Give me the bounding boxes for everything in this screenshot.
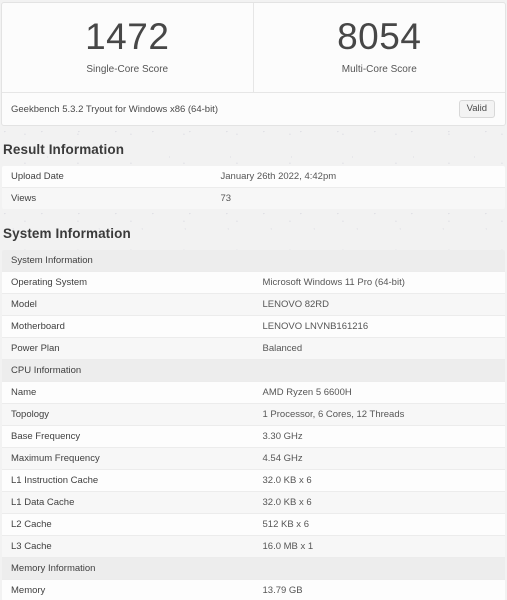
row-value: LENOVO 82RD xyxy=(254,294,506,316)
row-key: Operating System xyxy=(2,272,254,294)
row-key: Base Frequency xyxy=(2,426,254,448)
table-subheader-row: Memory Information xyxy=(2,558,506,580)
row-key: Model xyxy=(2,294,254,316)
row-key: L1 Instruction Cache xyxy=(2,470,254,492)
table-subheader-row: CPU Information xyxy=(2,360,506,382)
row-key: L2 Cache xyxy=(2,514,254,536)
score-summary-card: 1472 Single-Core Score 8054 Multi-Core S… xyxy=(1,2,506,126)
table-row: Base Frequency3.30 GHz xyxy=(2,426,506,448)
row-key: Motherboard xyxy=(2,316,254,338)
version-bar: Geekbench 5.3.2 Tryout for Windows x86 (… xyxy=(2,92,505,125)
table-row: Maximum Frequency4.54 GHz xyxy=(2,448,506,470)
row-value: 3.30 GHz xyxy=(254,426,506,448)
table-row: L2 Cache512 KB x 6 xyxy=(2,514,506,536)
row-key: Maximum Frequency xyxy=(2,448,254,470)
row-value: January 26th 2022, 4:42pm xyxy=(212,166,506,188)
row-key: L1 Data Cache xyxy=(2,492,254,514)
row-value: Microsoft Windows 11 Pro (64-bit) xyxy=(254,272,506,294)
table-row: L3 Cache16.0 MB x 1 xyxy=(2,536,506,558)
result-information-body: Upload DateJanuary 26th 2022, 4:42pmView… xyxy=(2,166,506,210)
multi-core-score-value: 8054 xyxy=(254,15,506,59)
row-value: 1 Processor, 6 Cores, 12 Threads xyxy=(254,404,506,426)
single-core-score-label: Single-Core Score xyxy=(2,63,253,76)
table-subheader-label: System Information xyxy=(2,250,506,272)
table-row: Views73 xyxy=(2,188,506,210)
row-value: 73 xyxy=(212,188,506,210)
system-information-heading: System Information xyxy=(0,210,507,249)
table-row: MotherboardLENOVO LNVNB161216 xyxy=(2,316,506,338)
system-information-body: System InformationOperating SystemMicros… xyxy=(2,250,506,600)
result-information-table: Upload DateJanuary 26th 2022, 4:42pmView… xyxy=(1,165,506,210)
row-value: 512 KB x 6 xyxy=(254,514,506,536)
row-key: L3 Cache xyxy=(2,536,254,558)
table-subheader-row: System Information xyxy=(2,250,506,272)
table-row: Memory13.79 GB xyxy=(2,580,506,600)
row-key: Upload Date xyxy=(2,166,212,188)
row-key: Views xyxy=(2,188,212,210)
table-row: L1 Instruction Cache32.0 KB x 6 xyxy=(2,470,506,492)
benchmark-version-text: Geekbench 5.3.2 Tryout for Windows x86 (… xyxy=(11,104,218,115)
single-core-score-cell: 1472 Single-Core Score xyxy=(2,3,254,92)
table-subheader-label: CPU Information xyxy=(2,360,506,382)
table-row: Operating SystemMicrosoft Windows 11 Pro… xyxy=(2,272,506,294)
valid-status-badge: Valid xyxy=(459,100,495,118)
row-key: Topology xyxy=(2,404,254,426)
row-value: LENOVO LNVNB161216 xyxy=(254,316,506,338)
row-value: 13.79 GB xyxy=(254,580,506,600)
row-value: Balanced xyxy=(254,338,506,360)
table-row: NameAMD Ryzen 5 6600H xyxy=(2,382,506,404)
geekbench-result-page: 1472 Single-Core Score 8054 Multi-Core S… xyxy=(0,0,507,600)
table-row: L1 Data Cache32.0 KB x 6 xyxy=(2,492,506,514)
row-value: 32.0 KB x 6 xyxy=(254,470,506,492)
score-row: 1472 Single-Core Score 8054 Multi-Core S… xyxy=(2,3,505,92)
row-key: Memory xyxy=(2,580,254,600)
table-row: Upload DateJanuary 26th 2022, 4:42pm xyxy=(2,166,506,188)
single-core-score-value: 1472 xyxy=(2,15,253,59)
row-value: 4.54 GHz xyxy=(254,448,506,470)
row-value: 16.0 MB x 1 xyxy=(254,536,506,558)
row-value: AMD Ryzen 5 6600H xyxy=(254,382,506,404)
table-subheader-label: Memory Information xyxy=(2,558,506,580)
multi-core-score-label: Multi-Core Score xyxy=(254,63,506,76)
row-key: Name xyxy=(2,382,254,404)
table-row: Power PlanBalanced xyxy=(2,338,506,360)
row-key: Power Plan xyxy=(2,338,254,360)
result-information-heading: Result Information xyxy=(0,126,507,165)
multi-core-score-cell: 8054 Multi-Core Score xyxy=(254,3,506,92)
table-row: ModelLENOVO 82RD xyxy=(2,294,506,316)
row-value: 32.0 KB x 6 xyxy=(254,492,506,514)
table-row: Topology1 Processor, 6 Cores, 12 Threads xyxy=(2,404,506,426)
system-information-table: System InformationOperating SystemMicros… xyxy=(1,249,506,600)
